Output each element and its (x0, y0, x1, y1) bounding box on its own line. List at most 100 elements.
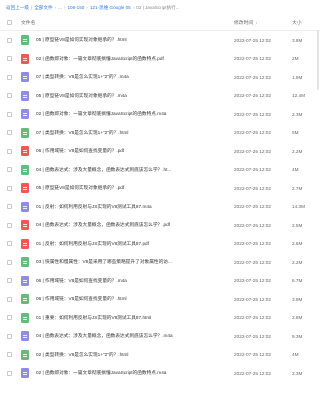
row-checkbox[interactable] (7, 56, 12, 62)
m4a-file-icon (21, 90, 29, 101)
file-modified-time: 2022-07-25 12:02 (234, 259, 272, 265)
file-row[interactable]: 06 | 作用域链：V8是如何查找变量的？.m4a 2022-07-25 12:0… (0, 272, 320, 291)
file-name[interactable]: 05 | 原型链V8是如何实现对象继承的？.m4a (36, 93, 234, 99)
file-row[interactable]: 05 | 原型链V8是如何实现对象继承的？.m4a 2022-07-25 12:0… (0, 87, 320, 106)
breadcrumb-current: 02 | JavaScript执行... (136, 4, 180, 10)
file-name[interactable]: 01 | 反射：如何利用反射与JS实现的V8测试工具87.m4a (36, 204, 234, 210)
file-row[interactable]: 02 | 函数即对象：一篇文章彻底搞懂JavaScript的函数特点.pdf 20… (0, 50, 320, 69)
scrollbar[interactable] (317, 30, 319, 90)
file-row[interactable]: 02 | 函数即对象：一篇文章彻底搞懂JavaScript的函数特点.m4a 20… (0, 364, 320, 383)
sort-down-icon[interactable]: ↓ (255, 20, 257, 25)
m4a-file-icon (21, 368, 29, 379)
file-size: 9.3M (292, 333, 303, 339)
file-name[interactable]: 05 | 原型链V8是如何实现对象继承的？.html (36, 37, 234, 43)
breadcrumb-item-folder[interactable]: 121-思维 Google 05 (90, 5, 131, 11)
file-row[interactable]: 01 | 反射：如何利用反射与JS实现的V8测试工具87.pdf 2022-07-… (0, 235, 320, 254)
file-modified-time: 2022-07-25 12:02 (234, 296, 272, 302)
file-name[interactable]: 01 | 重要：如何利用反射与JS实现的V8测试工具87.html (36, 315, 234, 321)
row-checkbox[interactable] (7, 74, 12, 80)
row-checkbox[interactable] (7, 130, 12, 136)
row-checkbox[interactable] (7, 278, 12, 284)
file-name[interactable]: 01 | 反射：如何利用反射与JS实现的V8测试工具87.pdf (36, 241, 234, 247)
file-modified-time: 2022-07-25 12:02 (234, 130, 272, 136)
file-name[interactable]: 04 | 函数表达式：涉及大量概念，函数表达式到底该怎么学？.ht... (36, 167, 234, 173)
row-checkbox[interactable] (7, 222, 12, 228)
row-checkbox[interactable] (7, 241, 12, 247)
file-name[interactable]: 02 | 函数即对象：一篇文章彻底搞懂JavaScript的函数特点.pdf (36, 56, 234, 62)
file-row[interactable]: 03 | 快属性和慢属性：V8是采用了哪些策略提升了对象属性的访... 2022-… (0, 253, 320, 272)
file-row[interactable]: 06 | 作用域链：V8是如何查找变量的？.html 2022-07-25 12:… (0, 290, 320, 309)
file-name[interactable]: 05 | 原型链V8是如何实现对象继承的？.pdf (36, 185, 234, 191)
breadcrumb-item-all-files[interactable]: 全部文件 (34, 5, 52, 11)
file-row[interactable]: 04 | 函数表达式：涉及大量概念，函数表达式到底该怎么学？.pdf 2022-0… (0, 216, 320, 235)
row-checkbox[interactable] (7, 204, 12, 210)
file-name[interactable]: 06 | 作用域链：V8是如何查找变量的？.pdf (36, 148, 234, 154)
file-row[interactable]: 04 | 函数表达式：涉及大量概念，函数表达式到底该怎么学？.ht... 2022… (0, 161, 320, 180)
file-name[interactable]: 02 | 函数即对象：一篇文章彻底搞懂JavaScript的函数特点.m4a (36, 111, 234, 117)
file-size: 1.9M (292, 74, 303, 80)
file-name[interactable]: 02 | 函数即对象：一篇文章彻底搞懂JavaScript的函数特点.m4a (36, 370, 234, 376)
breadcrumb-separator: › (132, 5, 135, 10)
file-name[interactable]: 07 | 类型转换：V8是怎么实现1+"2"的？.html (36, 130, 234, 136)
file-modified-time: 2022-07-25 12:02 (234, 185, 272, 191)
file-row[interactable]: 04 | 函数表达式：涉及大量概念，函数表达式到底该怎么学？.m4a 2022-0… (0, 327, 320, 346)
m4a-file-icon (21, 72, 29, 83)
breadcrumb-item-106-150[interactable]: 106-150 (67, 5, 84, 10)
row-checkbox[interactable] (7, 352, 12, 358)
pdf-file-icon (21, 238, 29, 249)
row-checkbox[interactable] (7, 315, 12, 321)
file-modified-time: 2022-07-25 12:02 (234, 278, 272, 284)
file-row[interactable]: 05 | 原型链V8是如何实现对象继承的？.html 2022-07-25 12:… (0, 31, 320, 50)
column-header-size[interactable]: 大小 (292, 19, 320, 26)
file-modified-time: 2022-07-25 12:02 (234, 241, 272, 247)
breadcrumb-item-ellipsis[interactable]: ... (58, 5, 62, 10)
breadcrumb-back-link[interactable]: 返回上一级 (6, 5, 29, 11)
file-name[interactable]: 04 | 函数表达式：涉及大量概念，函数表达式到底该怎么学？.m4a (36, 333, 234, 339)
column-header-name[interactable]: 文件名 (21, 19, 234, 26)
html-file-icon (21, 127, 29, 138)
row-checkbox[interactable] (7, 167, 12, 173)
file-size: 2.8M (292, 315, 303, 321)
file-row[interactable]: 07 | 类型转换：V8是怎么实现1+"2"的？.html 2022-07-25 … (0, 124, 320, 143)
file-name[interactable]: 04 | 函数表达式：涉及大量概念，函数表达式到底该怎么学？.pdf (36, 222, 234, 228)
row-checkbox[interactable] (7, 148, 12, 154)
file-row[interactable]: 05 | 原型链V8是如何实现对象继承的？.pdf 2022-07-25 12:0… (0, 179, 320, 198)
file-name[interactable]: 02 | 类型转换：V8是怎么实现1+"2"的？.html (36, 352, 234, 358)
file-name[interactable]: 03 | 快属性和慢属性：V8是采用了哪些策略提升了对象属性的访... (36, 259, 234, 265)
breadcrumb-separator: › (63, 5, 66, 10)
file-size: 2.3M (292, 370, 303, 376)
file-list: 05 | 原型链V8是如何实现对象继承的？.html 2022-07-25 12:… (0, 31, 320, 383)
file-size: 3.9M (292, 296, 303, 302)
row-checkbox[interactable] (7, 296, 12, 302)
file-modified-time: 2022-07-25 12:02 (234, 204, 272, 210)
column-header-time-label: 修改时间 (234, 21, 254, 26)
m4a-file-icon (21, 109, 29, 120)
file-modified-time: 2022-07-25 12:02 (234, 333, 272, 339)
file-size: 3.8M (292, 37, 303, 43)
file-row[interactable]: 07 | 类型转换：V8是怎么实现1+"2"的？.m4a 2022-07-25 1… (0, 68, 320, 87)
file-row[interactable]: 01 | 反射：如何利用反射与JS实现的V8测试工具87.m4a 2022-07-… (0, 198, 320, 217)
row-checkbox[interactable] (7, 259, 12, 265)
file-size: 4M (292, 352, 299, 358)
file-name[interactable]: 06 | 作用域链：V8是如何查找变量的？.m4a (36, 278, 234, 284)
file-row[interactable]: 02 | 类型转换：V8是怎么实现1+"2"的？.html 2022-07-25 … (0, 346, 320, 365)
select-all-checkbox[interactable] (7, 20, 12, 25)
file-size: 2.6M (292, 241, 303, 247)
row-checkbox[interactable] (7, 333, 12, 339)
row-checkbox[interactable] (7, 37, 12, 43)
file-name[interactable]: 06 | 作用域链：V8是如何查找变量的？.html (36, 296, 234, 302)
file-row[interactable]: 06 | 作用域链：V8是如何查找变量的？.pdf 2022-07-25 12:0… (0, 142, 320, 161)
row-checkbox[interactable] (7, 111, 12, 117)
file-modified-time: 2022-07-25 12:02 (234, 315, 272, 321)
row-checkbox[interactable] (7, 370, 12, 376)
file-row[interactable]: 01 | 重要：如何利用反射与JS实现的V8测试工具87.html 2022-07… (0, 309, 320, 328)
file-row[interactable]: 02 | 函数即对象：一篇文章彻底搞懂JavaScript的函数特点.m4a 20… (0, 105, 320, 124)
breadcrumb-separator: › (54, 5, 57, 10)
row-checkbox[interactable] (7, 93, 12, 99)
file-name[interactable]: 07 | 类型转换：V8是怎么实现1+"2"的？.m4a (36, 74, 234, 80)
row-checkbox[interactable] (7, 185, 12, 191)
column-header-time[interactable]: 修改时间 ↓ (234, 19, 292, 26)
html-file-icon (21, 257, 29, 268)
pdf-file-icon (21, 53, 29, 64)
file-modified-time: 2022-07-25 12:02 (234, 37, 272, 43)
